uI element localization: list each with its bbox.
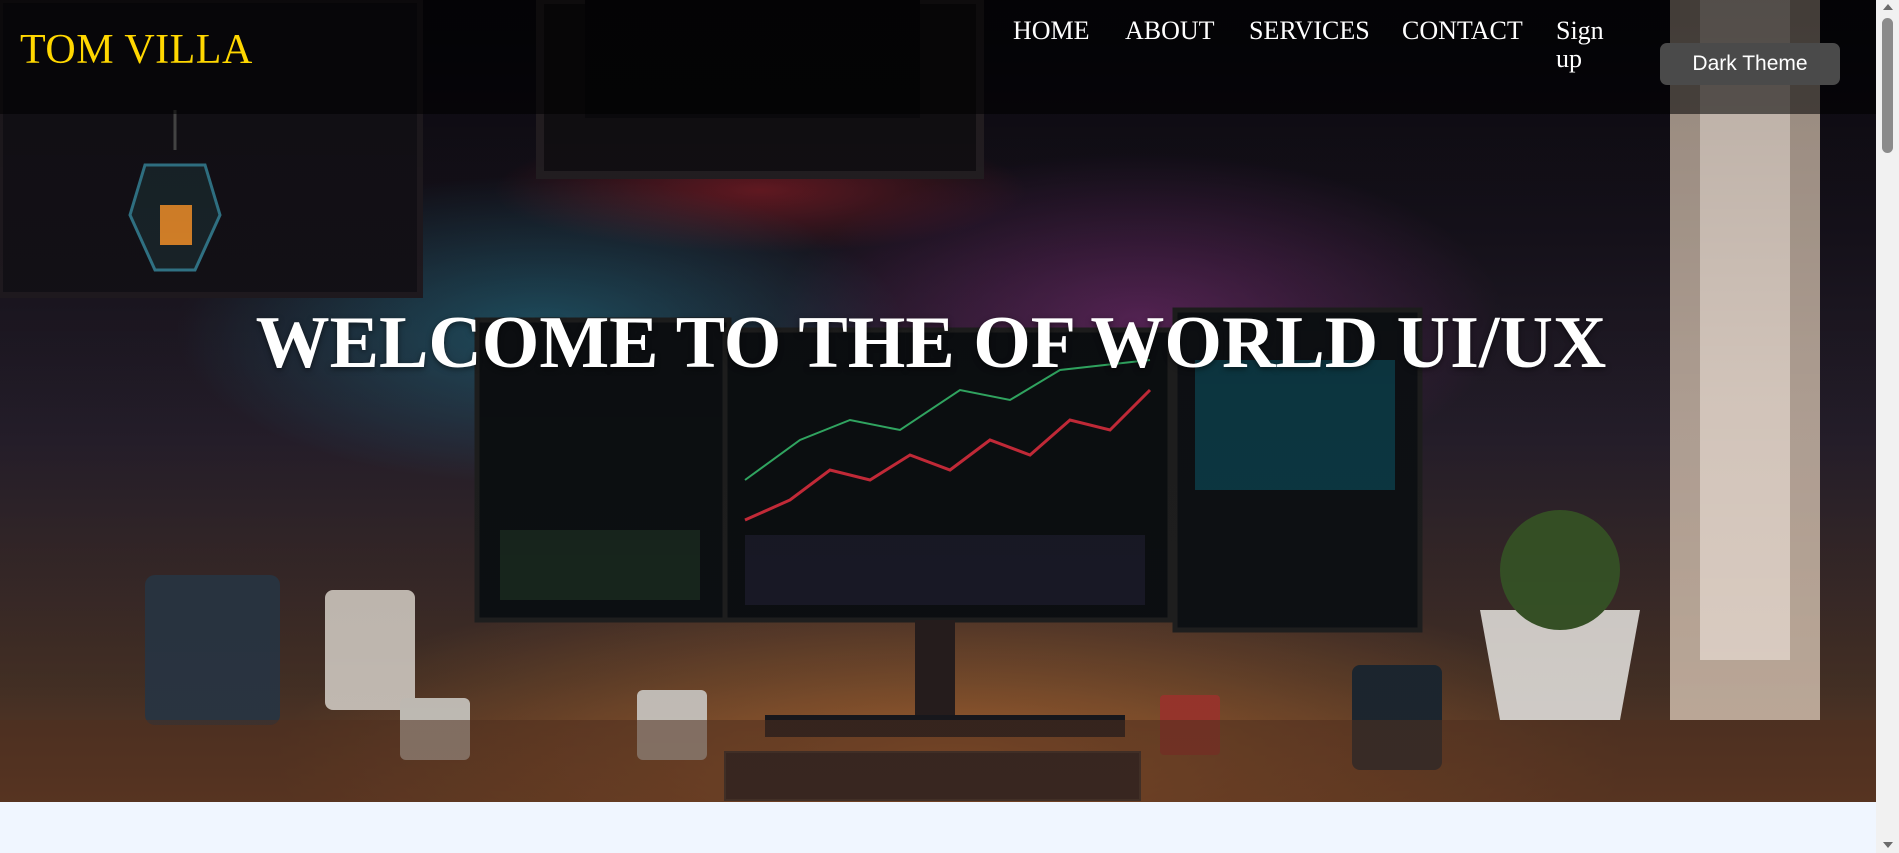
scrollbar-thumb[interactable] — [1882, 18, 1893, 153]
scroll-up-arrow-icon[interactable] — [1883, 4, 1893, 10]
hero-overlay — [0, 0, 1876, 802]
nav-link-services[interactable]: SERVICES — [1249, 16, 1370, 46]
top-navbar: TOM VILLA HOME ABOUT SERVICES CONTACT Si… — [0, 0, 1876, 114]
nav-link-signup[interactable]: Sign up — [1556, 17, 1616, 73]
page: WELCOME TO THE OF WORLD UI/UX TOM VILLA … — [0, 0, 1876, 853]
hero-section: WELCOME TO THE OF WORLD UI/UX — [0, 0, 1876, 802]
nav-link-home[interactable]: HOME — [1013, 16, 1090, 46]
vertical-scrollbar[interactable] — [1876, 0, 1899, 853]
nav-link-about[interactable]: ABOUT — [1125, 16, 1215, 46]
nav-link-contact[interactable]: CONTACT — [1402, 16, 1523, 46]
hero-headline: WELCOME TO THE OF WORLD UI/UX — [0, 300, 1862, 386]
scroll-down-arrow-icon[interactable] — [1883, 842, 1893, 848]
dark-theme-button[interactable]: Dark Theme — [1660, 43, 1840, 85]
hero-headline-text: WELCOME TO THE OF WORLD UI/UX — [255, 302, 1607, 384]
site-logo[interactable]: TOM VILLA — [20, 26, 253, 74]
